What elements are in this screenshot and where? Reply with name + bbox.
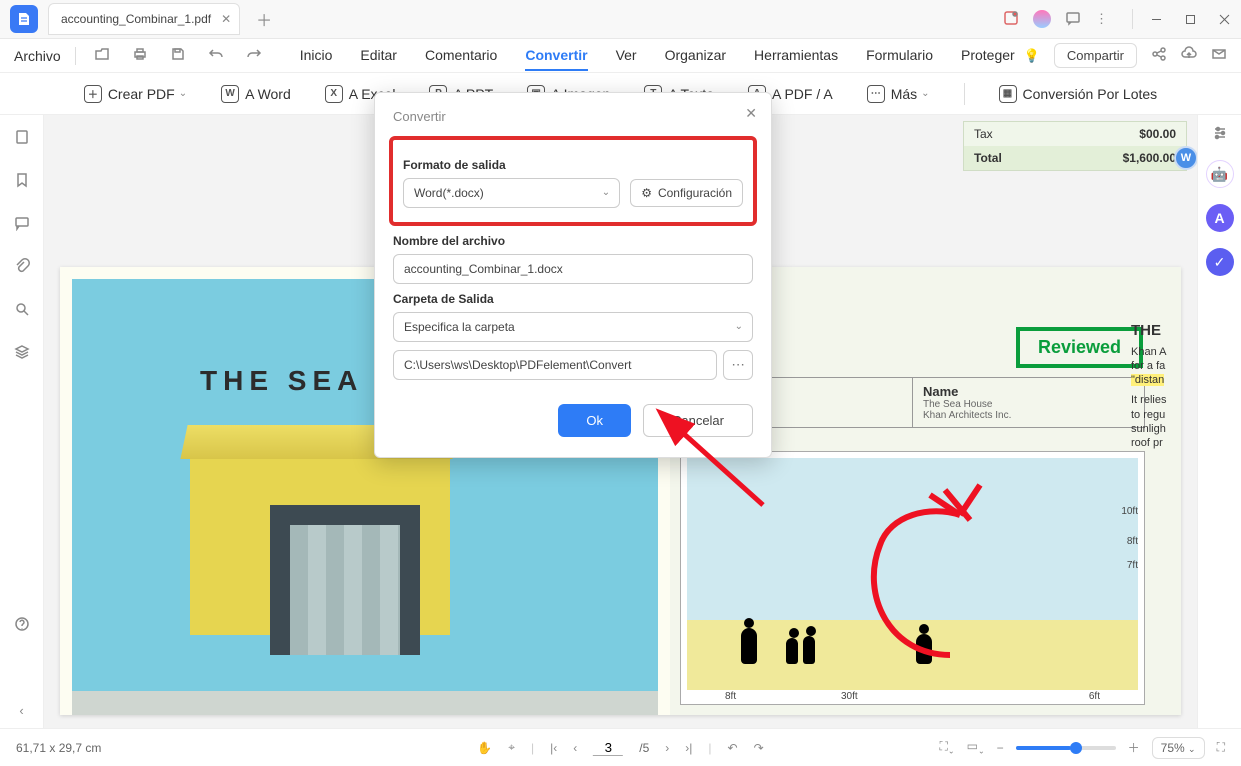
word-badge-icon[interactable]: W [1174, 146, 1197, 170]
statusbar: 61,71 x 29,7 cm ✋ ⌖ | |‹ ‹ /5 › ›| | ↶ ↷… [0, 728, 1241, 766]
app-logo [10, 5, 38, 33]
tax-label: Tax [974, 127, 993, 141]
notification-icon[interactable] [1003, 10, 1019, 29]
menu-editar[interactable]: Editar [360, 41, 397, 71]
filename-input[interactable] [393, 254, 753, 284]
modal-title: Convertir [393, 109, 753, 124]
folder-label: Carpeta de Salida [393, 292, 753, 306]
document-tab[interactable]: accounting_Combinar_1.pdf ✕ [48, 3, 240, 35]
page-title: THE SEA H [200, 365, 402, 397]
mail-icon[interactable] [1211, 46, 1227, 65]
left-rail: ‹ [0, 115, 44, 728]
create-pdf-button[interactable]: ＋Crear PDF⌄ [84, 85, 187, 103]
cloud-upload-icon[interactable] [1181, 46, 1197, 65]
redo-icon[interactable] [246, 46, 262, 65]
folder-select[interactable]: Especifica la carpeta [393, 312, 753, 342]
attachments-icon[interactable] [14, 258, 30, 277]
fullscreen-icon[interactable]: ⛶ [1217, 740, 1225, 755]
print-icon[interactable] [132, 46, 148, 65]
side-text: THE Khan A for a fa "distan It relies to… [1131, 321, 1197, 451]
layers-icon[interactable] [14, 344, 30, 363]
kebab-menu-icon[interactable]: ⋮ [1095, 11, 1108, 27]
check-icon[interactable]: ✓ [1206, 248, 1234, 276]
ok-button[interactable]: Ok [558, 404, 631, 437]
more-button[interactable]: ⋯Más⌄ [867, 85, 930, 103]
section-diagram: 10ft 8ft 7ft 8ft 30ft 6ft [680, 451, 1145, 705]
last-page-icon[interactable]: ›| [685, 741, 692, 755]
ai-chat-icon[interactable]: 🤖 [1206, 160, 1234, 188]
maximize-button[interactable] [1173, 3, 1207, 35]
minimize-button[interactable] [1139, 3, 1173, 35]
cancel-button[interactable]: Cancelar [643, 404, 753, 437]
titlebar: accounting_Combinar_1.pdf ✕ ＋ ⋮ [0, 0, 1241, 39]
open-icon[interactable] [94, 46, 110, 65]
right-rail: 🤖 A ✓ [1197, 115, 1241, 728]
thumbnails-icon[interactable] [14, 129, 30, 148]
filename-label: Nombre del archivo [393, 234, 753, 248]
page-view-icon[interactable]: ▭⌄ [967, 739, 985, 755]
zoom-slider[interactable] [1016, 746, 1116, 750]
menu-archivo[interactable]: Archivo [0, 48, 75, 64]
ai-assist-icon[interactable]: A [1206, 204, 1234, 232]
folder-path-input[interactable] [393, 350, 717, 380]
page-dimensions: 61,71 x 29,7 cm [0, 741, 117, 755]
page-number-input[interactable] [593, 740, 623, 756]
undo-icon[interactable] [208, 46, 224, 65]
settings-sliders-icon[interactable] [1212, 125, 1228, 144]
tax-value: $00.00 [1139, 127, 1176, 141]
share-button[interactable]: Compartir [1054, 43, 1137, 68]
close-tab-icon[interactable]: ✕ [221, 12, 231, 26]
to-word-button[interactable]: WA Word [221, 85, 291, 103]
menu-inicio[interactable]: Inicio [300, 41, 333, 71]
main-menu: Inicio Editar Comentario Convertir Ver O… [300, 41, 1015, 71]
menu-organizar[interactable]: Organizar [665, 41, 726, 71]
total-value: $1,600.00 [1123, 151, 1176, 165]
rotate-ccw-icon[interactable]: ↶ [728, 741, 738, 755]
batch-conversion-button[interactable]: ▦Conversión Por Lotes [999, 85, 1158, 103]
new-tab-button[interactable]: ＋ [248, 3, 280, 35]
zoom-out-icon[interactable]: − [997, 741, 1004, 755]
comments-icon[interactable] [14, 215, 30, 234]
select-tool-icon[interactable]: ⌖ [508, 740, 515, 755]
menu-convertir[interactable]: Convertir [525, 41, 587, 71]
feedback-icon[interactable] [1065, 10, 1081, 29]
lightbulb-icon[interactable]: 💡 [1024, 48, 1040, 64]
share-icon[interactable] [1151, 46, 1167, 65]
tab-title: accounting_Combinar_1.pdf [61, 12, 211, 26]
avatar-icon[interactable] [1033, 10, 1051, 28]
reviewed-stamp: Reviewed [1016, 327, 1143, 368]
total-label: Total [974, 151, 1002, 165]
format-select[interactable]: Word(*.docx) [403, 178, 620, 208]
menu-proteger[interactable]: Proteger [961, 41, 1015, 71]
summary-table: Tax$00.00 Total$1,600.00 W [963, 121, 1187, 171]
menu-herramientas[interactable]: Herramientas [754, 41, 838, 71]
configuration-button[interactable]: ⚙ Configuración [630, 179, 743, 207]
collapse-rail-icon[interactable]: ‹ [19, 703, 23, 718]
format-label: Formato de salida [403, 158, 743, 172]
highlighted-section: Formato de salida Word(*.docx) ⌄ ⚙ Confi… [389, 136, 757, 226]
fit-width-icon[interactable]: ⛶⌄ [939, 739, 954, 755]
zoom-value[interactable]: 75% ⌄ [1152, 737, 1205, 759]
save-icon[interactable] [170, 46, 186, 65]
menu-formulario[interactable]: Formulario [866, 41, 933, 71]
gear-icon: ⚙ [641, 186, 652, 200]
convert-modal: Convertir ✕ Formato de salida Word(*.doc… [374, 92, 772, 458]
help-icon[interactable] [14, 616, 30, 635]
prev-page-icon[interactable]: ‹ [573, 741, 577, 755]
close-window-button[interactable] [1207, 3, 1241, 35]
next-page-icon[interactable]: › [665, 741, 669, 755]
browse-folder-button[interactable]: ⋯ [723, 350, 753, 380]
menu-ver[interactable]: Ver [616, 41, 637, 71]
menu-comentario[interactable]: Comentario [425, 41, 497, 71]
zoom-in-icon[interactable]: ＋ [1128, 739, 1140, 756]
modal-close-icon[interactable]: ✕ [745, 105, 757, 122]
page-total: /5 [639, 741, 649, 755]
bookmarks-icon[interactable] [14, 172, 30, 191]
search-icon[interactable] [14, 301, 30, 320]
menubar: Archivo Inicio Editar Comentario Convert… [0, 39, 1241, 73]
rotate-cw-icon[interactable]: ↷ [754, 741, 764, 755]
hand-tool-icon[interactable]: ✋ [477, 741, 492, 755]
first-page-icon[interactable]: |‹ [550, 741, 557, 755]
